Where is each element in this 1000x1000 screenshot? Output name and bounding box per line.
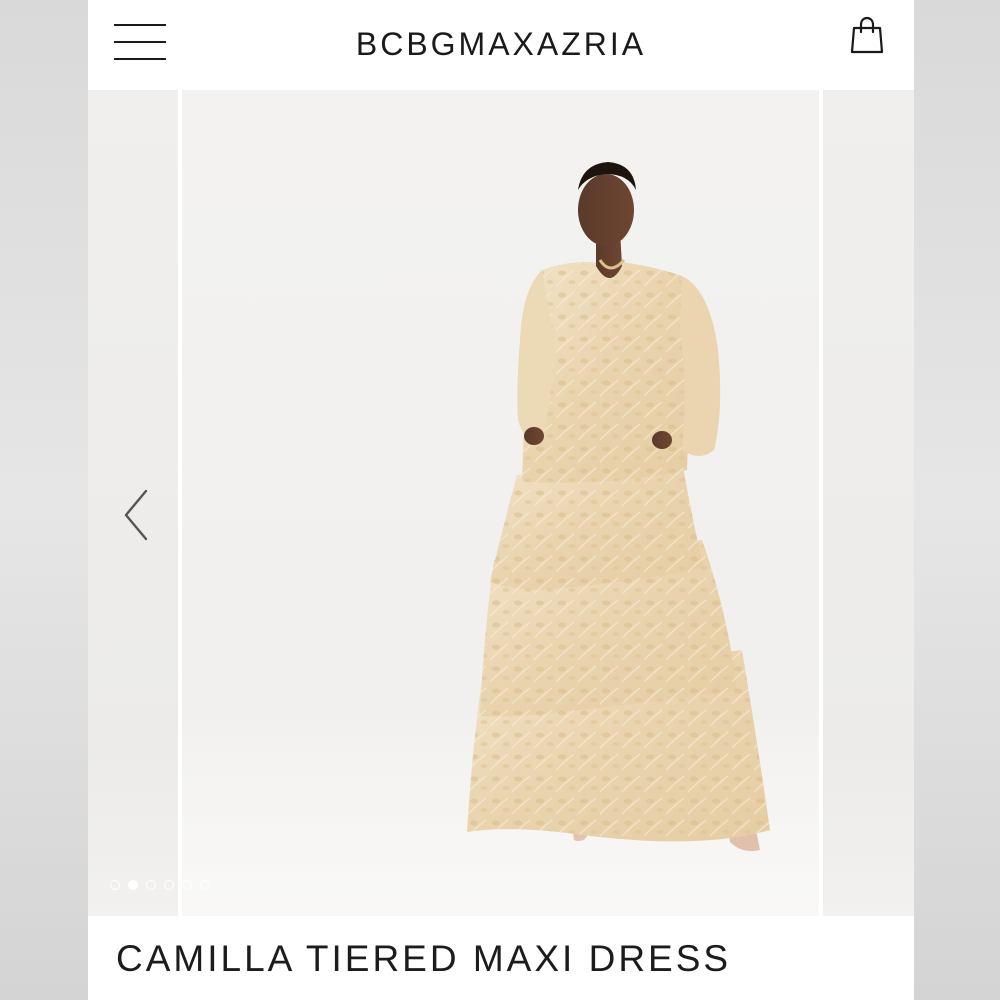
product-image[interactable]: [182, 90, 819, 916]
product-image-carousel[interactable]: [88, 90, 914, 916]
next-slide-peek[interactable]: [823, 90, 914, 916]
carousel-dot[interactable]: [164, 880, 174, 890]
model-wearing-dress-illustration: [467, 162, 770, 851]
product-title: CAMILLA TIERED MAXI DRESS: [116, 938, 732, 979]
chevron-left-icon[interactable]: [118, 485, 158, 545]
shopping-bag-icon[interactable]: [850, 16, 886, 56]
carousel-dot[interactable]: [146, 880, 156, 890]
brand-logo[interactable]: BCBGMAXAZRIA: [88, 26, 914, 63]
carousel-pagination: [110, 880, 210, 894]
mobile-screen: BCBGMAXAZRIA CAMILLA TIERED MAXI DRESS: [88, 0, 914, 1000]
backdrop-right: [914, 0, 1000, 1000]
carousel-dot[interactable]: [110, 880, 120, 890]
carousel-dot-active[interactable]: [128, 880, 138, 890]
backdrop-left: [0, 0, 88, 1000]
carousel-dot[interactable]: [182, 880, 192, 890]
carousel-dot[interactable]: [200, 880, 210, 890]
product-info: CAMILLA TIERED MAXI DRESS: [88, 916, 914, 1000]
site-header: BCBGMAXAZRIA: [88, 0, 914, 90]
